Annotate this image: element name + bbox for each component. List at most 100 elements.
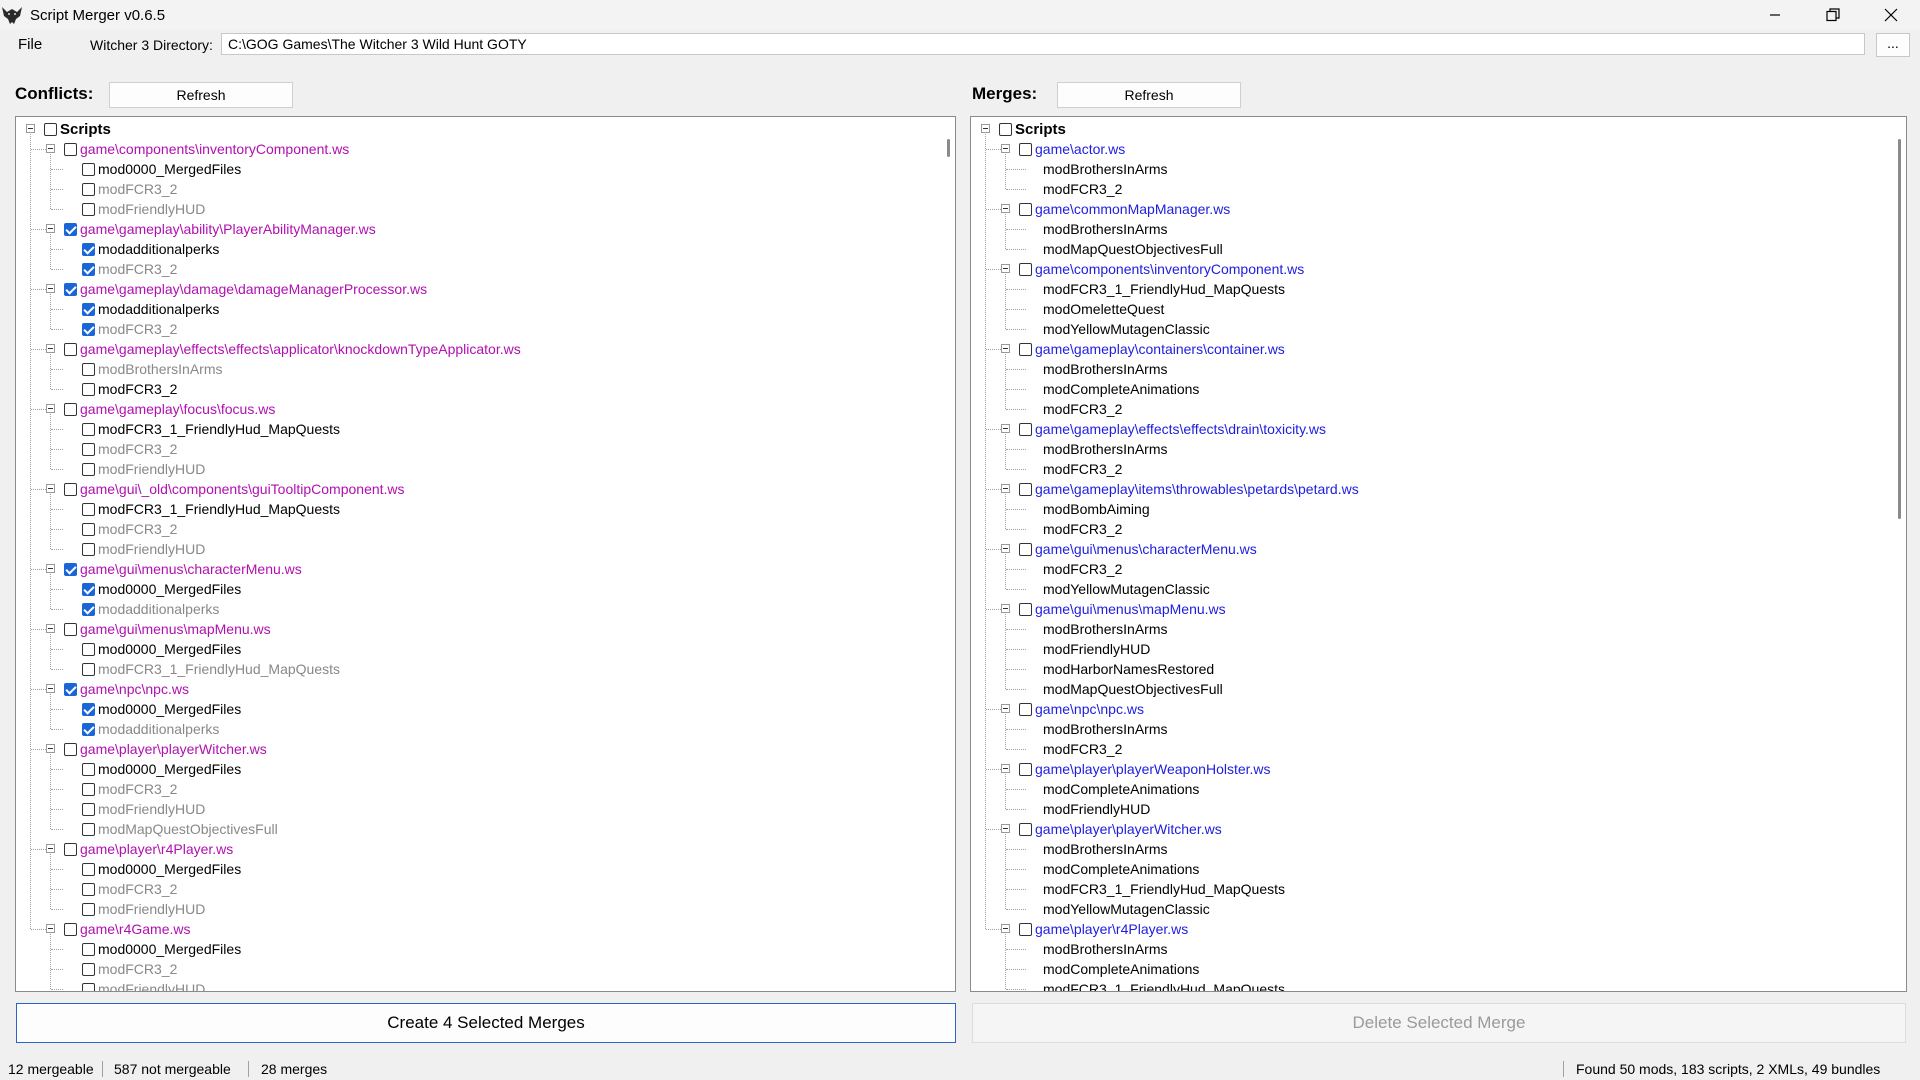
checkbox[interactable] [82,502,95,516]
tree-mod-node[interactable]: mod0000_MergedFiles [82,759,241,779]
tree-mod-node[interactable]: modFCR3_2 [82,259,177,279]
tree-mod-node[interactable]: modFCR3_1_FriendlyHud_MapQuests [1043,279,1285,299]
collapse-icon[interactable] [1001,264,1010,273]
conflicts-scrollbar[interactable] [937,117,955,991]
checkbox[interactable] [64,142,77,156]
tree-mod-node[interactable]: modFriendlyHUD [82,199,205,219]
tree-mod-node[interactable]: modBrothersInArms [1043,159,1167,179]
collapse-icon[interactable] [1001,144,1010,153]
checkbox[interactable] [82,942,95,956]
checkbox[interactable] [82,202,95,216]
checkbox[interactable] [82,702,95,716]
collapse-icon[interactable] [46,924,55,933]
tree-mod-node[interactable]: modFCR3_2 [82,519,177,539]
tree-mod-node[interactable]: modFriendlyHUD [82,539,205,559]
checkbox[interactable] [82,762,95,776]
collapse-icon[interactable] [46,684,55,693]
tree-file-node[interactable]: game\player\playerWitcher.ws [1019,819,1222,839]
tree-mod-node[interactable]: modYellowMutagenClassic [1043,579,1210,599]
tree-file-node[interactable]: game\commonMapManager.ws [1019,199,1230,219]
tree-mod-node[interactable]: modCompleteAnimations [1043,779,1199,799]
tree-mod-node[interactable]: modFriendlyHUD [82,799,205,819]
tree-mod-node[interactable]: modFCR3_2 [82,779,177,799]
tree-file-node[interactable]: game\gui\menus\characterMenu.ws [1019,539,1257,559]
checkbox[interactable] [64,482,77,496]
collapse-icon[interactable] [46,224,55,233]
tree-file-node[interactable]: game\gameplay\containers\container.ws [1019,339,1285,359]
checkbox[interactable] [82,422,95,436]
tree-file-node[interactable]: game\gameplay\items\throwables\petards\p… [1019,479,1359,499]
tree-mod-node[interactable]: modFCR3_2 [1043,459,1122,479]
tree-mod-node[interactable]: modFCR3_2 [82,959,177,979]
tree-mod-node[interactable]: modBrothersInArms [1043,939,1167,959]
collapse-icon[interactable] [1001,484,1010,493]
tree-mod-node[interactable]: modFCR3_2 [82,439,177,459]
checkbox[interactable] [82,722,95,736]
collapse-icon[interactable] [46,404,55,413]
checkbox[interactable] [64,842,77,856]
conflicts-refresh-button[interactable]: Refresh [109,82,293,108]
collapse-icon[interactable] [46,564,55,573]
tree-mod-node[interactable]: mod0000_MergedFiles [82,579,241,599]
delete-merge-button[interactable]: Delete Selected Merge [972,1003,1906,1043]
tree-mod-node[interactable]: modMapQuestObjectivesFull [82,819,278,839]
tree-mod-node[interactable]: mod0000_MergedFiles [82,639,241,659]
checkbox[interactable] [1019,602,1032,616]
checkbox[interactable] [82,802,95,816]
checkbox[interactable] [82,302,95,316]
checkbox[interactable] [1019,422,1032,436]
merges-tree[interactable]: Scripts game\actor.ws modBrothersInArms mod… [970,116,1907,992]
collapse-icon[interactable] [46,844,55,853]
collapse-icon[interactable] [46,484,55,493]
collapse-icon[interactable] [46,344,55,353]
tree-file-node[interactable]: game\gameplay\damage\damageManagerProces… [64,279,427,299]
tree-mod-node[interactable]: modadditionalperks [82,299,219,319]
tree-file-node[interactable]: game\player\r4Player.ws [1019,919,1188,939]
tree-mod-node[interactable]: modFriendlyHUD [1043,639,1150,659]
collapse-icon[interactable] [1001,764,1010,773]
conflicts-scroll-thumb[interactable] [947,139,950,157]
collapse-icon[interactable] [1001,924,1010,933]
checkbox[interactable] [82,522,95,536]
checkbox[interactable] [64,742,77,756]
tree-mod-node[interactable]: modCompleteAnimations [1043,859,1199,879]
merges-scrollbar[interactable] [1888,117,1906,991]
checkbox[interactable] [82,602,95,616]
tree-mod-node[interactable]: modFCR3_2 [1043,519,1122,539]
collapse-icon[interactable] [46,624,55,633]
tree-mod-node[interactable]: modBrothersInArms [1043,359,1167,379]
tree-mod-node[interactable]: modFriendlyHUD [82,899,205,919]
restore-button[interactable] [1804,0,1862,30]
tree-file-node[interactable]: game\gui\menus\characterMenu.ws [64,559,302,579]
tree-mod-node[interactable]: modFriendlyHUD [82,459,205,479]
checkbox[interactable] [64,222,77,236]
checkbox[interactable] [82,262,95,276]
merges-refresh-button[interactable]: Refresh [1057,82,1241,108]
checkbox[interactable] [82,662,95,676]
tree-file-node[interactable]: game\gui\_old\components\guiTooltipCompo… [64,479,405,499]
checkbox[interactable] [1019,762,1032,776]
menu-file[interactable]: File [18,36,42,53]
tree-file-node[interactable]: game\player\r4Player.ws [64,839,233,859]
checkbox[interactable] [64,402,77,416]
tree-file-node[interactable]: game\npc\npc.ws [64,679,189,699]
checkbox[interactable] [82,462,95,476]
conflicts-tree[interactable]: Scripts game\components\inventoryComponen… [15,116,956,992]
collapse-icon[interactable] [46,144,55,153]
checkbox[interactable] [82,582,95,596]
checkbox[interactable] [999,122,1012,136]
checkbox[interactable] [82,982,95,991]
checkbox[interactable] [64,562,77,576]
browse-button[interactable]: ... [1876,33,1910,57]
tree-mod-node[interactable]: modBrothersInArms [1043,219,1167,239]
checkbox[interactable] [1019,142,1032,156]
tree-mod-node[interactable]: modFriendlyHUD [82,979,205,991]
checkbox[interactable] [1019,542,1032,556]
tree-mod-node[interactable]: modBombAiming [1043,499,1150,519]
checkbox[interactable] [64,282,77,296]
collapse-icon[interactable] [981,124,990,133]
checkbox[interactable] [1019,482,1032,496]
tree-root-node[interactable]: Scripts [44,119,111,139]
tree-mod-node[interactable]: modYellowMutagenClassic [1043,319,1210,339]
tree-file-node[interactable]: game\npc\npc.ws [1019,699,1144,719]
